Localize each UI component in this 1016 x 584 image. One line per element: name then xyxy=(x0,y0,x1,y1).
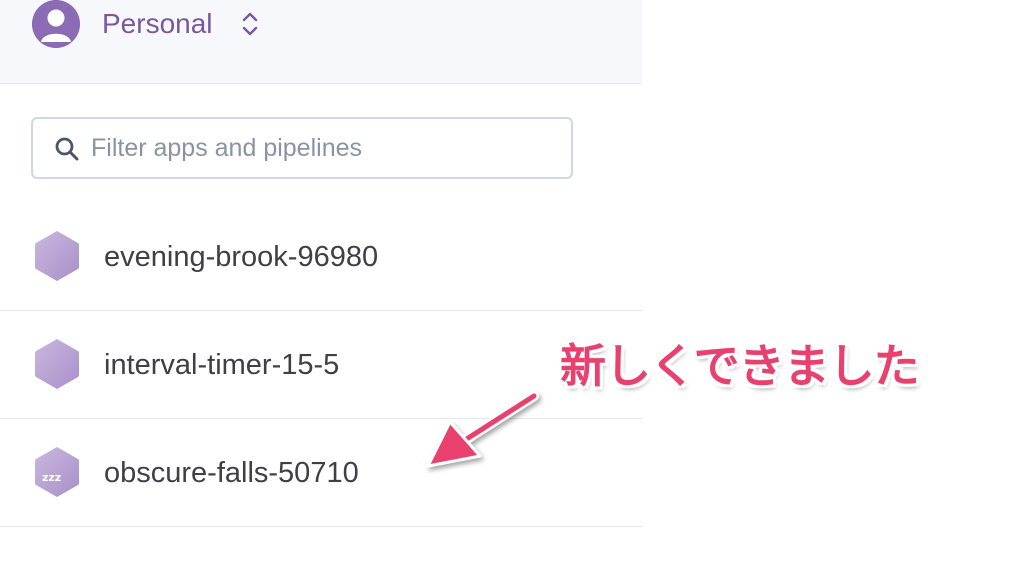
user-avatar-icon[interactable] xyxy=(32,0,80,48)
annotation-callout-text: 新しくできました xyxy=(560,339,920,393)
account-name[interactable]: Personal xyxy=(102,6,213,42)
account-header: Personal xyxy=(0,0,642,84)
app-name[interactable]: interval-timer-15-5 xyxy=(104,347,339,383)
app-name[interactable]: evening-brook-96980 xyxy=(104,239,378,275)
chevron-up-down-icon[interactable] xyxy=(240,11,260,37)
app-name[interactable]: obscure-falls-50710 xyxy=(104,455,359,491)
search-input[interactable] xyxy=(91,127,561,169)
annotation-arrow-icon xyxy=(426,391,539,468)
sleeping-zzz-text: zzz xyxy=(42,471,61,484)
search-icon xyxy=(54,136,80,162)
search-box[interactable] xyxy=(31,117,573,179)
hexagon-app-icon xyxy=(33,337,81,391)
page: Personal Filter apps and pipelines eveni… xyxy=(0,0,1016,584)
hexagon-sleeping-icon: zzz xyxy=(33,445,81,499)
hexagon-app-icon xyxy=(33,229,81,283)
apps-panel: Personal Filter apps and pipelines eveni… xyxy=(0,0,642,584)
app-row-evening-brook[interactable]: evening-brook-96980 xyxy=(0,203,642,311)
